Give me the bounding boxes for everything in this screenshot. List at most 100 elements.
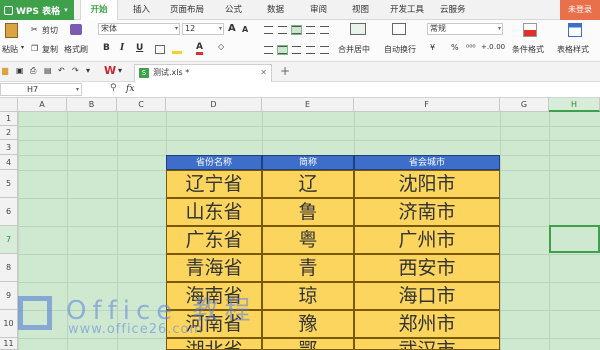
customize-icon[interactable]: ▾ [86, 66, 90, 75]
italic-button[interactable]: I [120, 43, 124, 53]
conditional-format-icon[interactable] [523, 23, 537, 37]
row-header-11[interactable]: 11 [0, 338, 18, 350]
tab-home[interactable]: 开始 [80, 0, 118, 21]
table-cell-province[interactable]: 广东省 [166, 226, 262, 254]
tab-data[interactable]: 数据 [267, 0, 284, 20]
table-style-button[interactable]: 表格样式 [557, 44, 589, 55]
row-header-4[interactable]: 4 [0, 155, 18, 170]
row-header-2[interactable]: 2 [0, 126, 18, 140]
zoom-icon[interactable]: ⚲ [110, 83, 117, 93]
table-style-icon[interactable] [568, 23, 582, 37]
underline-button[interactable]: U [136, 43, 143, 53]
fill-color-icon[interactable] [172, 44, 182, 54]
tab-formulas[interactable]: 公式 [225, 0, 242, 20]
table-cell-province[interactable]: 辽宁省 [166, 170, 262, 198]
percent-button[interactable]: % [451, 43, 459, 52]
tab-page-layout[interactable]: 页面布局 [170, 0, 204, 20]
table-cell-abbreviation[interactable]: 粤 [262, 226, 354, 254]
row-header-6[interactable]: 6 [0, 198, 18, 226]
table-cell-abbreviation[interactable]: 青 [262, 254, 354, 282]
paste-icon[interactable] [5, 23, 18, 38]
increase-decimal-button[interactable]: +.0 [481, 43, 494, 51]
font-grow-button[interactable]: A [228, 23, 236, 34]
table-cell-abbreviation[interactable]: 辽 [262, 170, 354, 198]
table-cell-abbreviation[interactable]: 琼 [262, 282, 354, 310]
chevron-down-icon[interactable]: ▾ [118, 66, 122, 75]
paste-button[interactable]: 粘贴 [2, 44, 18, 55]
column-header-d[interactable]: D [166, 98, 262, 112]
align-top-icon[interactable] [264, 26, 273, 34]
undo-icon[interactable]: ↶ [58, 66, 65, 75]
scissors-icon[interactable]: ✂ [31, 25, 38, 34]
table-cell-abbreviation[interactable]: 豫 [262, 310, 354, 338]
table-cell-abbreviation[interactable]: 鄂 [262, 338, 354, 350]
tab-cloud[interactable]: 云服务 [440, 0, 466, 20]
thousands-button[interactable]: ⁰⁰⁰ [466, 43, 476, 52]
eraser-icon[interactable]: ◇ [218, 42, 224, 51]
name-box[interactable]: H7 ▾ [0, 83, 82, 96]
table-cell-province[interactable]: 青海省 [166, 254, 262, 282]
row-header-3[interactable]: 3 [0, 140, 18, 155]
column-header-e[interactable]: E [262, 98, 354, 112]
new-tab-button[interactable]: + [280, 64, 290, 78]
row-header-10[interactable]: 10 [0, 310, 18, 338]
font-size-select[interactable]: 12 ▾ [182, 23, 224, 35]
table-cell-capital[interactable]: 郑州市 [354, 310, 500, 338]
font-name-select[interactable]: 宋体 ▾ [98, 23, 180, 35]
align-center-icon[interactable] [277, 45, 288, 55]
conditional-format-button[interactable]: 条件格式 [512, 44, 544, 55]
wrap-icon[interactable] [320, 26, 329, 34]
row-header-8[interactable]: 8 [0, 254, 18, 282]
print-preview-icon[interactable]: ▤ [44, 66, 52, 75]
open-folder-icon[interactable]: ▆ [2, 66, 8, 75]
column-header-a[interactable]: A [18, 98, 67, 112]
tab-view[interactable]: 视图 [352, 0, 369, 20]
column-header-c[interactable]: C [117, 98, 166, 112]
align-left-icon[interactable] [264, 46, 273, 54]
row-header-9[interactable]: 9 [0, 282, 18, 310]
select-all-corner[interactable] [0, 98, 18, 112]
bold-button[interactable]: B [103, 43, 110, 53]
wrap-text-icon[interactable] [392, 23, 406, 35]
format-painter-button[interactable]: 格式刷 [64, 44, 88, 55]
font-shrink-button[interactable]: A [242, 25, 248, 34]
tab-insert[interactable]: 插入 [133, 0, 150, 20]
table-cell-capital[interactable]: 西安市 [354, 254, 500, 282]
distribute-icon[interactable] [320, 46, 329, 54]
wrap-text-button[interactable]: 自动换行 [384, 44, 416, 55]
copy-icon[interactable]: ❐ [31, 44, 38, 53]
tab-review[interactable]: 审阅 [310, 0, 327, 20]
currency-button[interactable]: ¥ [430, 43, 435, 52]
format-painter-icon[interactable] [70, 24, 82, 35]
wps-home-icon[interactable]: W [104, 64, 116, 77]
print-icon[interactable]: ⎙ [30, 66, 36, 76]
column-header-f[interactable]: F [354, 98, 500, 112]
redo-icon[interactable]: ↷ [72, 66, 79, 75]
row-header-5[interactable]: 5 [0, 170, 18, 198]
table-cell-capital[interactable]: 沈阳市 [354, 170, 500, 198]
table-cell-capital[interactable]: 海口市 [354, 282, 500, 310]
table-cell-abbreviation[interactable]: 鲁 [262, 198, 354, 226]
align-right-icon[interactable] [292, 46, 301, 54]
function-button[interactable]: fx [126, 84, 134, 94]
column-header-b[interactable]: B [67, 98, 117, 112]
login-button[interactable]: 未登录 [560, 0, 600, 20]
column-header-g[interactable]: G [500, 98, 549, 112]
copy-button[interactable]: 复制 [42, 44, 58, 55]
row-header-7[interactable]: 7 [0, 226, 18, 254]
tab-developer[interactable]: 开发工具 [390, 0, 424, 20]
save-icon[interactable]: ▣ [16, 66, 24, 75]
table-cell-capital[interactable]: 武汉市 [354, 338, 500, 350]
table-cell-province[interactable]: 山东省 [166, 198, 262, 226]
document-tab[interactable]: S 测试.xls * ✕ [134, 64, 272, 82]
row-header-1[interactable]: 1 [0, 112, 18, 126]
align-bottom-icon[interactable] [306, 26, 315, 34]
table-header-capital[interactable]: 省会城市 [354, 155, 500, 170]
align-middle-icon[interactable] [278, 26, 287, 34]
font-color-button[interactable]: A [196, 42, 203, 55]
merge-center-button[interactable]: 合并居中 [338, 44, 370, 55]
border-icon[interactable] [155, 45, 165, 54]
justify-icon[interactable] [306, 46, 315, 54]
table-header-abbreviation[interactable]: 简称 [262, 155, 354, 170]
active-cell-h7[interactable] [549, 225, 600, 253]
